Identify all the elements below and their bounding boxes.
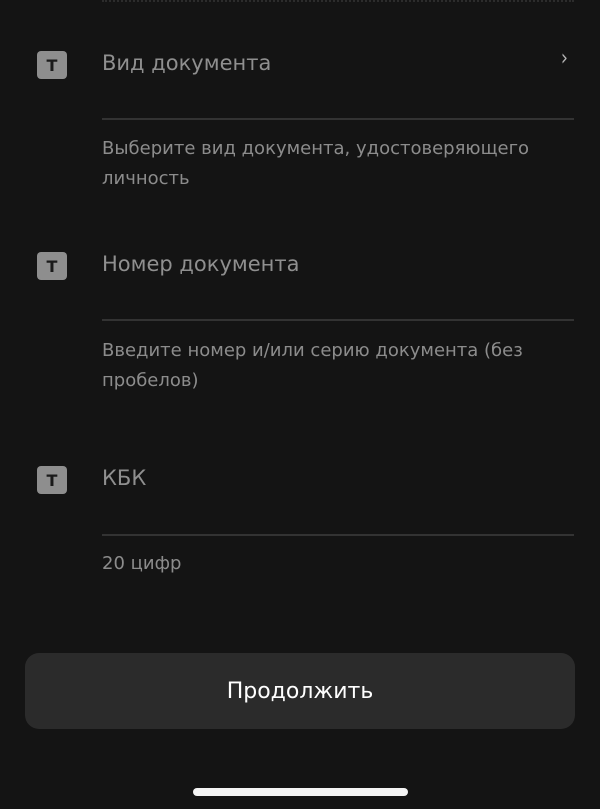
text-field-icon: T bbox=[37, 51, 67, 79]
chevron-right-icon[interactable]: › bbox=[561, 46, 568, 71]
document-number-hint: Введите номер и/или серию документа (без… bbox=[102, 340, 523, 391]
kbk-underline bbox=[102, 534, 574, 536]
document-number-underline bbox=[102, 319, 574, 321]
top-divider bbox=[102, 0, 574, 6]
document-number-label: Номер документа bbox=[102, 252, 300, 276]
document-type-underline bbox=[102, 118, 574, 120]
home-indicator[interactable] bbox=[193, 788, 408, 796]
kbk-label: КБК bbox=[102, 466, 147, 490]
text-field-icon: T bbox=[37, 466, 67, 494]
kbk-hint: 20 цифр bbox=[102, 553, 182, 574]
document-type-hint: Выберите вид документа, удостоверяющего … bbox=[102, 138, 530, 189]
document-type-label: Вид документа bbox=[102, 51, 272, 75]
text-field-icon: T bbox=[37, 252, 67, 280]
continue-button[interactable]: Продолжить bbox=[25, 653, 575, 729]
